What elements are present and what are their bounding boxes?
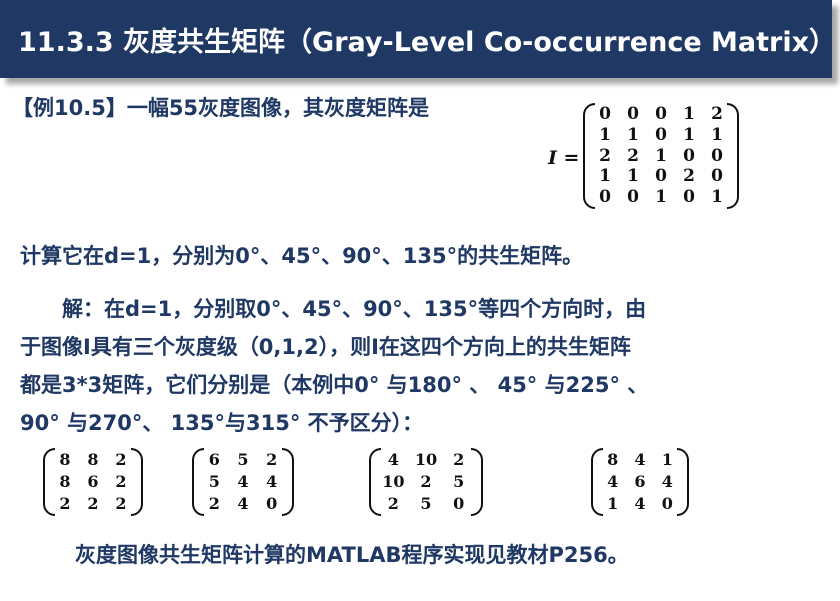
solution-line-2: 于图像I具有三个灰度级（0,1,2），则I在这四个方向上的共生矩阵 — [20, 335, 631, 359]
matrix-cell: 1 — [627, 166, 639, 187]
matrix-cell: 2 — [627, 145, 639, 166]
matrix-cell: 1 — [655, 187, 667, 208]
matrix-cell: 2 — [115, 494, 127, 513]
matrix-cell: 5 — [237, 450, 249, 469]
matrix-cell: 4 — [607, 472, 619, 491]
matrix-cell: 4 — [387, 450, 399, 469]
matrix-cell: 0 — [627, 187, 639, 208]
matrix-cell: 8 — [87, 450, 99, 469]
matrix-cell: 0 — [711, 166, 723, 187]
matrix-cell: 5 — [208, 472, 220, 491]
matrix-cell: 1 — [607, 494, 619, 513]
matrix-cell: 0 — [655, 104, 667, 124]
matrix-cell: 0 — [661, 494, 673, 513]
matrix-cell: 2 — [87, 494, 99, 513]
matrix-cell: 5 — [420, 494, 432, 513]
matrix-cell: 2 — [387, 494, 399, 513]
example-statement: 【例10.5】一幅55灰度图像，其灰度矩阵是 — [12, 96, 430, 120]
matrix-cell: 0 — [655, 166, 667, 187]
matrix-cell: 6 — [208, 450, 220, 469]
matrix-cell: 2 — [711, 104, 723, 124]
title-bar: 11.3.3 灰度共生矩阵（Gray-Level Co-occurrence M… — [0, 0, 836, 78]
matrix-cell: 2 — [115, 450, 127, 469]
matrix-cell: 4 — [661, 472, 673, 491]
cooccurrence-matrix-90deg: 4 10 2 10 2 5 2 5 0 — [369, 448, 483, 516]
matrix-cell: 0 — [627, 104, 639, 124]
page-title: 11.3.3 灰度共生矩阵（Gray-Level Co-occurrence M… — [18, 27, 837, 58]
matrix-cell: 2 — [59, 494, 71, 513]
matrix-cell: 1 — [711, 187, 723, 208]
matrix-cell: 0 — [655, 124, 667, 145]
matrix-cell: 4 — [266, 472, 278, 491]
matrix-cell: 2 — [266, 450, 278, 469]
matrix-cell: 1 — [661, 450, 673, 469]
matrix-cell: 1 — [655, 145, 667, 166]
matrix-cell: 5 — [453, 472, 465, 491]
matrix-cell: 0 — [266, 494, 278, 513]
matrix-cell: 1 — [683, 124, 695, 145]
matrix-cell: 4 — [634, 450, 646, 469]
matrix-cell: 1 — [599, 166, 611, 187]
matrix-cell: 6 — [87, 472, 99, 491]
solution-line-4: 90° 与270°、 135°与315° 不予区分）： — [20, 411, 424, 435]
matrix-cell: 2 — [115, 472, 127, 491]
cooccurrence-matrix-135deg: 841464140 — [591, 448, 689, 516]
matrix-label: I = — [548, 147, 580, 169]
matrix-cell: 2 — [599, 145, 611, 166]
matrix-cell: 4 — [237, 472, 249, 491]
cooccurrence-matrix-0deg: 882862222 — [43, 448, 143, 516]
matrix-cell: 0 — [711, 145, 723, 166]
matrix-cell: 10 — [382, 472, 405, 491]
matrix-cell: 8 — [59, 472, 71, 491]
solution-line-1: 解：在d=1，分别取0°、45°、90°、135°等四个方向时，由 — [20, 297, 647, 321]
matrix-cell: 0 — [599, 187, 611, 208]
matrix-cell: 1 — [627, 124, 639, 145]
footer-note: 灰度图像共生矩阵计算的MATLAB程序实现见教材P256。 — [75, 543, 629, 567]
matrix-cell: 6 — [634, 472, 646, 491]
matrix-cell: 10 — [414, 450, 438, 469]
cooccurrence-matrix-45deg: 652544240 — [192, 448, 294, 516]
matrix-cell: 8 — [607, 450, 619, 469]
solution-line-3: 都是3*3矩阵，它们分别是（本例中0° 与180° 、 45° 与225° 、 — [20, 373, 649, 397]
matrix-cell: 2 — [683, 166, 695, 187]
matrix-cell: 2 — [420, 472, 432, 491]
matrix-cell: 2 — [453, 450, 465, 469]
matrix-cell: 8 — [59, 450, 71, 469]
matrix-cell: 4 — [634, 494, 646, 513]
matrix-cell: 0 — [683, 145, 695, 166]
question-text: 计算它在d=1，分别为0°、45°、90°、135°的共生矩阵。 — [20, 244, 584, 268]
matrix-cell: 1 — [711, 124, 723, 145]
matrix-cell: 0 — [683, 187, 695, 208]
matrix-cell: 4 — [237, 494, 249, 513]
matrix-cell: 0 — [599, 104, 611, 124]
matrix-cell: 1 — [599, 124, 611, 145]
matrix-cell: 2 — [208, 494, 220, 513]
matrix-cell: 1 — [683, 104, 695, 124]
matrix-cell: 0 — [453, 494, 465, 513]
image-matrix: 0001211011221001102000101 — [583, 103, 739, 209]
